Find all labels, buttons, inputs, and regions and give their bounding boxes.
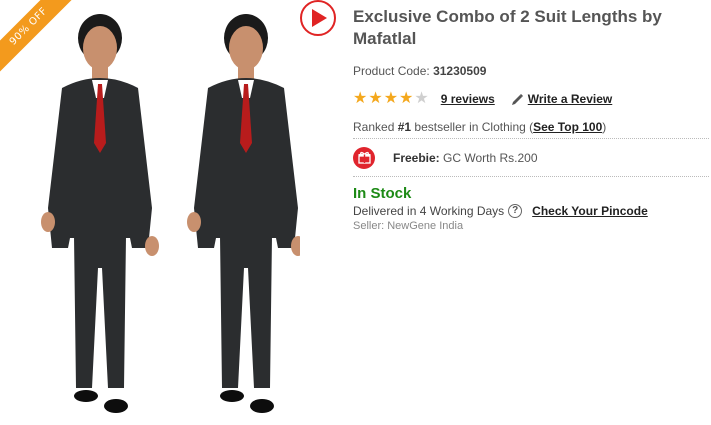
rank-prefix: Ranked bbox=[353, 120, 398, 134]
product-code-label: Product Code: bbox=[353, 64, 430, 78]
product-image-suit-2[interactable] bbox=[178, 8, 300, 425]
freebie-value: GC Worth Rs.200 bbox=[439, 150, 538, 165]
bestseller-rank: Ranked #1 bestseller in Clothing (See To… bbox=[353, 120, 709, 139]
stock-status: In Stock bbox=[353, 185, 412, 202]
pencil-icon bbox=[511, 93, 523, 105]
play-icon bbox=[312, 9, 327, 27]
star-icon: ★ bbox=[353, 90, 368, 107]
check-pincode-link[interactable]: Check Your Pincode bbox=[532, 204, 648, 218]
freebie-label: Freebie: bbox=[393, 150, 440, 165]
delivery-text: Delivered in 4 Working Days bbox=[353, 204, 505, 218]
model-figure bbox=[187, 14, 300, 413]
reviews-link[interactable]: 9 reviews bbox=[441, 92, 495, 106]
freebie-row: Freebie: GC Worth Rs.200 bbox=[353, 139, 709, 177]
product-title: Exclusive Combo of 2 Suit Lengths by Maf… bbox=[353, 7, 662, 48]
delivery-info: Delivered in 4 Working Days ? Check Your… bbox=[353, 204, 711, 218]
product-code: Product Code: 31230509 bbox=[353, 64, 711, 78]
rank-suffix: ) bbox=[602, 120, 607, 134]
help-icon[interactable]: ? bbox=[508, 204, 523, 218]
discount-ribbon: 90% OFF bbox=[0, 0, 80, 80]
product-details: Exclusive Combo of 2 Suit Lengths by Maf… bbox=[353, 0, 711, 232]
see-top-100-link[interactable]: See Top 100 bbox=[533, 120, 602, 134]
product-image-gallery[interactable]: 90% OFF bbox=[0, 0, 300, 425]
freebie-text: Freebie: GC Worth Rs.200 bbox=[393, 151, 538, 165]
star-icon: ★ bbox=[383, 90, 399, 107]
product-code-value: 31230509 bbox=[433, 64, 487, 78]
star-rating: ★ ★ ★ ★ ★ bbox=[353, 91, 429, 107]
write-review-link[interactable]: Write a Review bbox=[528, 92, 612, 106]
star-icon: ★ bbox=[399, 90, 414, 107]
gift-icon bbox=[353, 146, 375, 169]
play-video-button[interactable] bbox=[300, 0, 336, 36]
rank-middle: bestseller in Clothing ( bbox=[411, 120, 534, 134]
seller-info: Seller: NewGene India bbox=[353, 220, 464, 232]
rating-row: ★ ★ ★ ★ ★ 9 reviews Write a Review bbox=[353, 90, 711, 108]
star-icon: ★ bbox=[414, 90, 429, 107]
write-review[interactable]: Write a Review bbox=[511, 92, 612, 106]
rank-number: #1 bbox=[397, 120, 412, 134]
discount-label: 90% OFF bbox=[0, 0, 80, 80]
star-icon: ★ bbox=[368, 90, 383, 107]
